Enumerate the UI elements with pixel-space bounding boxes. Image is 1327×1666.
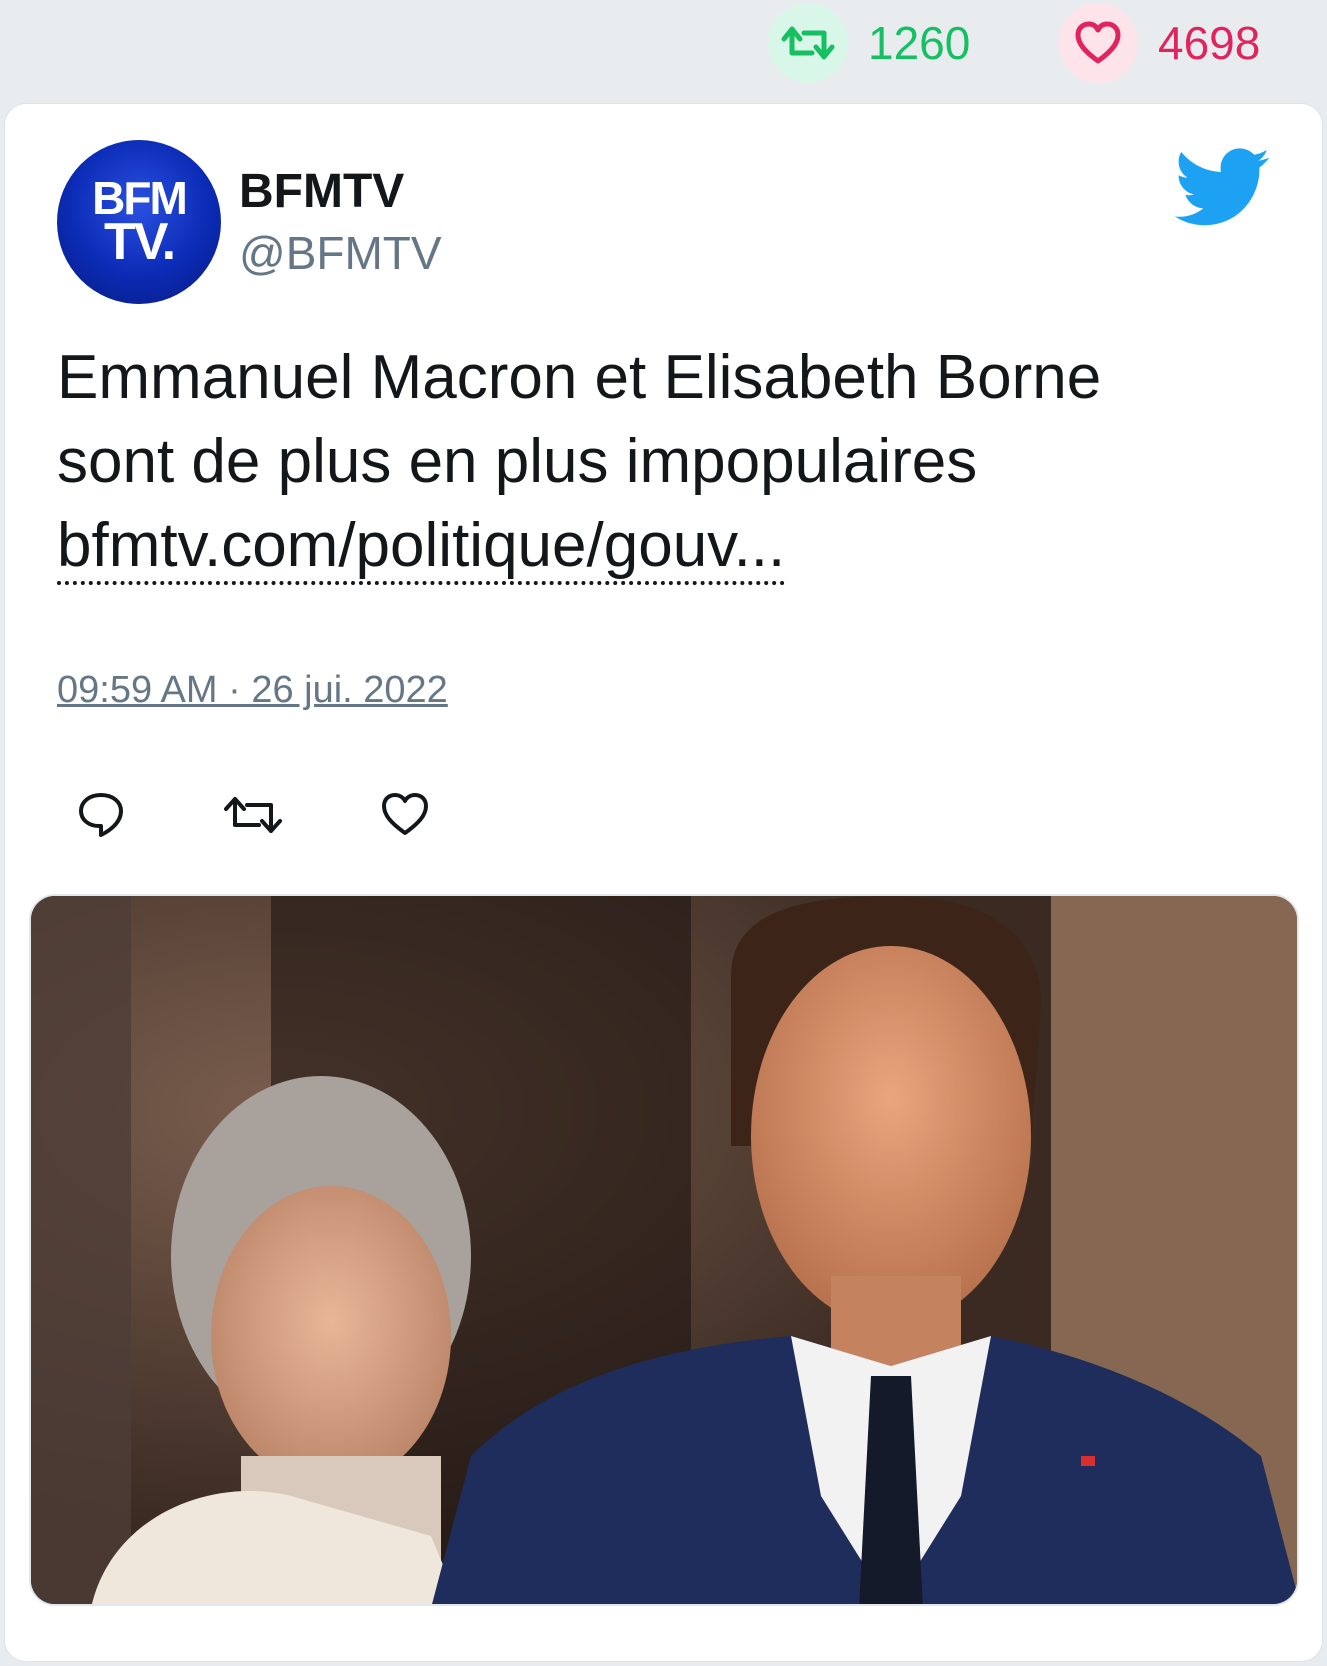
like-count: 4698 bbox=[1158, 17, 1261, 69]
retweet-icon[interactable] bbox=[768, 3, 848, 83]
tweet-text-line2: sont de plus en plus impopulaires bbox=[57, 427, 978, 496]
heart-icon[interactable] bbox=[1058, 3, 1138, 83]
display-name[interactable]: BFMTV bbox=[239, 164, 404, 219]
retweet-stat[interactable]: 1260 bbox=[768, 2, 970, 84]
user-handle[interactable]: @BFMTV bbox=[239, 226, 442, 280]
retweet-action-icon[interactable] bbox=[221, 789, 285, 841]
avatar[interactable]: BFM TV. bbox=[57, 140, 221, 304]
reply-icon[interactable] bbox=[75, 789, 127, 841]
tweet-media-image[interactable] bbox=[29, 894, 1299, 1606]
avatar-logo-line2: TV. bbox=[103, 213, 176, 271]
engagement-stats-bar: 1260 4698 bbox=[0, 0, 1327, 102]
like-icon[interactable] bbox=[379, 789, 431, 841]
tweet-card: BFM TV. BFMTV @BFMTV Emmanuel Macron et … bbox=[4, 103, 1323, 1662]
media-photo-illustration bbox=[31, 896, 1297, 1604]
like-stat[interactable]: 4698 bbox=[1058, 2, 1260, 84]
tweet-text: Emmanuel Macron et Elisabeth Borne sont … bbox=[57, 336, 1277, 588]
tweet-timestamp[interactable]: 09:59 AM · 26 jui. 2022 bbox=[57, 669, 448, 712]
retweet-count: 1260 bbox=[868, 17, 971, 69]
article-link[interactable]: bfmtv.com/politique/gouv... bbox=[57, 511, 786, 585]
avatar-logo: BFM TV. bbox=[57, 175, 221, 271]
twitter-bird-icon[interactable] bbox=[1175, 148, 1271, 228]
tweet-text-line1: Emmanuel Macron et Elisabeth Borne bbox=[57, 343, 1102, 412]
